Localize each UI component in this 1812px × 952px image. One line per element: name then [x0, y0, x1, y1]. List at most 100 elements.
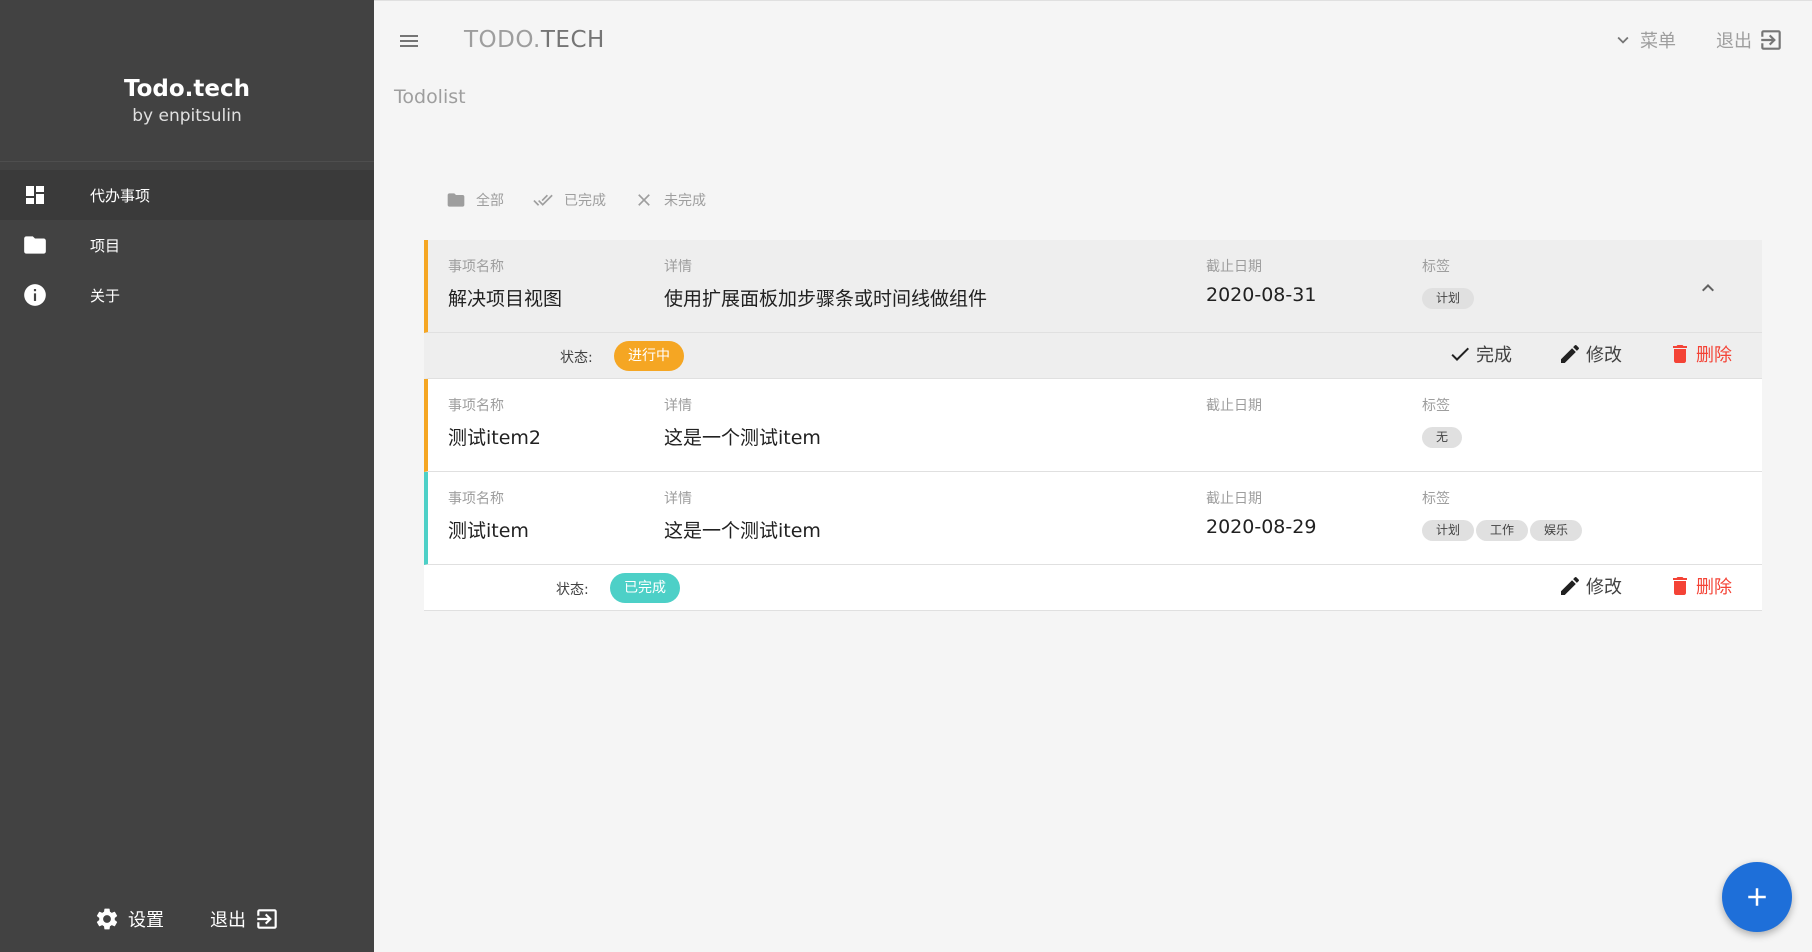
edit-button[interactable]: 修改	[1558, 341, 1622, 367]
edit-label: 修改	[1586, 577, 1622, 598]
todo-detail-column: 详情 使用扩展面板加步骤条或时间线做组件	[664, 256, 987, 311]
pencil-icon	[1561, 344, 1580, 363]
complete-button[interactable]: 完成	[1448, 341, 1512, 367]
logout-icon	[257, 909, 277, 929]
column-label: 事项名称	[448, 491, 504, 507]
todo-name-column: 事项名称 测试item	[448, 488, 529, 543]
close-icon	[638, 194, 650, 206]
filter-all[interactable]: 全部	[446, 190, 504, 210]
brand: Todo.tech by enpitsulin	[0, 0, 374, 162]
top-bar: TODO.TECH 菜单 退出	[374, 0, 1812, 80]
tag-chip: 计划	[1422, 288, 1475, 309]
logout-label: 退出	[1716, 31, 1752, 52]
todo-tags-column: 标签 无	[1422, 395, 1463, 448]
tag-list: 计划	[1422, 288, 1475, 309]
chevron-down-icon	[1617, 36, 1629, 44]
todo-detail: 使用扩展面板加步骤条或时间线做组件	[664, 288, 988, 310]
todo-due: 2020-08-29	[1206, 516, 1317, 538]
sidebar-item-about[interactable]: 关于	[0, 270, 374, 320]
pencil-icon	[1561, 576, 1580, 595]
sidebar-logout-button[interactable]: 退出	[210, 906, 280, 932]
brand-subtitle: by enpitsulin	[132, 106, 242, 126]
filter-label: 已完成	[564, 193, 606, 209]
filter-completed[interactable]: 已完成	[532, 190, 606, 210]
sidebar-nav: 代办事项 项目 关于	[0, 170, 374, 320]
column-label: 标签	[1422, 259, 1450, 275]
todo-detail-panel: 状态: 进行中 完成 修改 删除	[424, 333, 1762, 379]
sidebar-item-projects[interactable]: 项目	[0, 220, 374, 270]
todo-detail-panel: 状态: 已完成 修改 删除	[424, 565, 1762, 611]
todo-due-column: 截止日期 2020-08-31	[1206, 256, 1316, 306]
column-label: 截止日期	[1206, 398, 1262, 414]
todo-actions: 修改 删除	[1558, 573, 1732, 599]
menu-dropdown-button[interactable]: 菜单	[1612, 27, 1676, 53]
complete-label: 完成	[1476, 345, 1512, 366]
tag-chip: 计划	[1422, 520, 1475, 541]
todo-tags-column: 标签 计划 工作 娱乐	[1422, 488, 1583, 541]
sidebar-footer: 设置 退出	[0, 906, 374, 932]
filter-label: 未完成	[664, 193, 706, 209]
sidebar-item-label: 代办事项	[90, 186, 151, 205]
double-check-icon	[533, 194, 553, 206]
check-icon	[1451, 347, 1469, 361]
folder-icon	[22, 232, 48, 258]
edit-label: 修改	[1586, 345, 1622, 366]
page-subtitle: Todolist	[394, 86, 466, 108]
menu-label: 菜单	[1640, 31, 1676, 52]
column-label: 详情	[664, 491, 692, 507]
trash-icon	[1673, 345, 1687, 363]
sidebar-item-todos[interactable]: 代办事项	[0, 170, 374, 220]
todo-name-column: 事项名称 测试item2	[448, 395, 541, 450]
trash-icon	[1673, 577, 1687, 595]
tag-chip: 无	[1422, 427, 1463, 448]
status-label: 状态:	[560, 350, 593, 366]
todo-name: 测试item	[448, 520, 529, 542]
settings-label: 设置	[128, 910, 164, 931]
todo-item[interactable]: 事项名称 测试item 详情 这是一个测试item 截止日期 2020-08-2…	[424, 472, 1762, 565]
column-label: 事项名称	[448, 398, 504, 414]
todo-name: 测试item2	[448, 427, 542, 449]
todo-detail: 这是一个测试item	[664, 427, 821, 449]
todo-tags-column: 标签 计划	[1422, 256, 1475, 309]
sidebar-item-label: 项目	[90, 236, 121, 255]
logout-label: 退出	[210, 910, 246, 931]
header-logout-button[interactable]: 退出	[1716, 27, 1784, 53]
chevron-up-icon[interactable]	[1696, 276, 1720, 300]
hamburger-menu-icon[interactable]	[396, 29, 422, 53]
delete-button[interactable]: 删除	[1668, 573, 1732, 599]
plus-icon	[1748, 888, 1766, 906]
column-label: 详情	[664, 398, 692, 414]
app-title: TODO.TECH	[464, 27, 605, 53]
delete-button[interactable]: 删除	[1668, 341, 1732, 367]
edit-button[interactable]: 修改	[1558, 573, 1622, 599]
status-label: 状态:	[556, 582, 589, 598]
column-label: 截止日期	[1206, 491, 1262, 507]
filter-incomplete[interactable]: 未完成	[634, 190, 706, 210]
folder-icon	[447, 193, 465, 207]
add-todo-button[interactable]	[1722, 862, 1792, 932]
column-label: 事项名称	[448, 259, 504, 275]
column-label: 标签	[1422, 491, 1450, 507]
todo-item[interactable]: 事项名称 解决项目视图 详情 使用扩展面板加步骤条或时间线做组件 截止日期 20…	[424, 240, 1762, 333]
tag-chip: 娱乐	[1530, 520, 1583, 541]
gear-icon	[96, 908, 118, 930]
todo-name: 解决项目视图	[448, 288, 563, 310]
tag-list: 计划 工作 娱乐	[1422, 520, 1583, 541]
app-title-suffix: TECH	[540, 27, 605, 53]
settings-button[interactable]: 设置	[94, 906, 164, 932]
todo-due-column: 截止日期	[1206, 395, 1262, 423]
delete-label: 删除	[1696, 577, 1732, 598]
todo-detail-column: 详情 这是一个测试item	[664, 395, 821, 450]
logout-icon	[1761, 30, 1781, 50]
todo-name-column: 事项名称 解决项目视图	[448, 256, 562, 311]
delete-label: 删除	[1696, 345, 1732, 366]
todo-item[interactable]: 事项名称 测试item2 详情 这是一个测试item 截止日期 标签 无	[424, 379, 1762, 472]
todo-list: 事项名称 解决项目视图 详情 使用扩展面板加步骤条或时间线做组件 截止日期 20…	[424, 240, 1762, 611]
tag-chip: 工作	[1476, 520, 1529, 541]
todo-actions: 完成 修改 删除	[1448, 341, 1732, 367]
status-badge: 进行中	[614, 341, 684, 371]
status-badge: 已完成	[610, 573, 680, 603]
column-label: 详情	[664, 259, 692, 275]
todo-due-column: 截止日期 2020-08-29	[1206, 488, 1316, 538]
filter-bar: 全部 已完成 未完成	[446, 190, 706, 210]
